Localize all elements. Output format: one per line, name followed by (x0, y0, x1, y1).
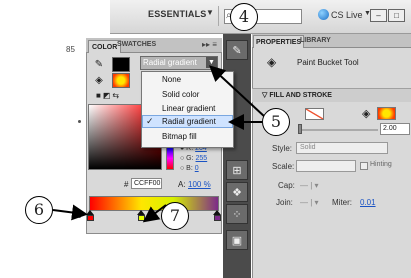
callout-5: 5 (262, 108, 290, 136)
callout-6: 6 (25, 196, 53, 224)
callout-arrows (52, 65, 266, 223)
callout-7: 7 (161, 202, 189, 230)
callout-5-arrow-to-dropdown (209, 65, 266, 118)
callout-6-arrow (52, 204, 88, 221)
callout-4: 4 (230, 3, 258, 31)
